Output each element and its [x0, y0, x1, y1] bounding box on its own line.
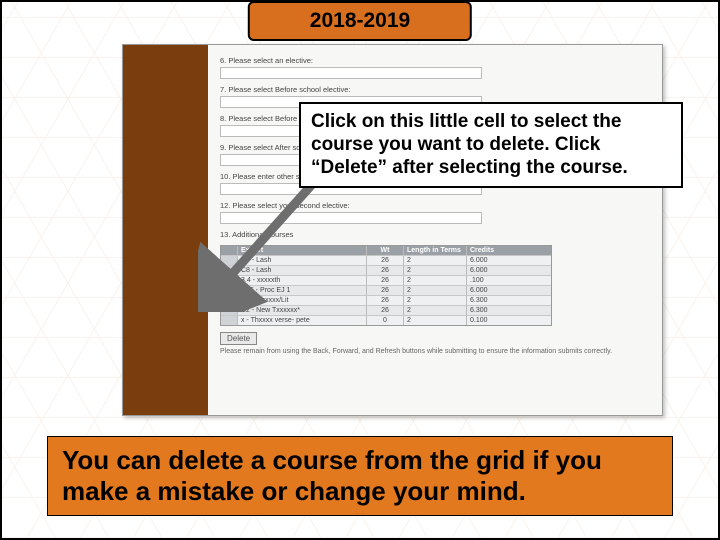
app-window: 6. Please select an elective: 7. Please …: [122, 44, 663, 416]
submit-hint: Please remain from using the Back, Forwa…: [220, 348, 650, 355]
col-credits: Credits: [467, 246, 551, 255]
cell-course: C7 - Lash: [238, 256, 367, 265]
q7-label: 7. Please select Before school elective:: [220, 85, 650, 94]
cell-credits: 6.300: [467, 306, 551, 315]
cell-credits: 6.000: [467, 266, 551, 275]
q12-label: 12. Please select your second elective:: [220, 201, 650, 210]
table-row: 3.4 - xxxxxth262.100: [221, 275, 551, 285]
cell-credits: .100: [467, 276, 551, 285]
q13-label: 13. Additional courses: [220, 230, 650, 239]
cell-wt: 26: [367, 256, 404, 265]
cell-course: C1 - Chxxxx/Lit: [238, 296, 367, 305]
delete-button[interactable]: Delete: [220, 332, 257, 345]
col-length: Length in Terms: [404, 246, 467, 255]
q12-input[interactable]: [220, 212, 482, 224]
course-grid: Export Wt Length in Terms Credits C7 - L…: [220, 245, 552, 326]
cell-course: C8 - Lash: [238, 266, 367, 275]
row-selector-cell[interactable]: [221, 316, 238, 325]
cell-wt: 26: [367, 286, 404, 295]
selector-header: [221, 246, 238, 255]
banner-text: You can delete a course from the grid if…: [62, 445, 658, 507]
row-selector-cell[interactable]: [221, 296, 238, 305]
row-selector-cell[interactable]: [221, 266, 238, 275]
window-body: 6. Please select an elective: 7. Please …: [208, 45, 662, 415]
table-row: C7 - Lash2626.000: [221, 255, 551, 265]
cell-wt: 26: [367, 276, 404, 285]
row-selector-cell[interactable]: [221, 256, 238, 265]
instruction-text: Click on this little cell to select the …: [311, 110, 671, 180]
cell-course: x - Thxxxx verse- pete: [238, 316, 367, 325]
cell-course: 3.4 - xxxxxth: [238, 276, 367, 285]
cell-wt: 26: [367, 306, 404, 315]
cell-wt: 0: [367, 316, 404, 325]
row-selector-cell[interactable]: [221, 306, 238, 315]
cell-length: 2: [404, 256, 467, 265]
cell-course: C15 - Proc EJ 1: [238, 286, 367, 295]
table-row: C2 - New Txxxxxx*2626.300: [221, 305, 551, 315]
cell-length: 2: [404, 296, 467, 305]
col-wt: Wt: [367, 246, 404, 255]
table-row: C15 - Proc EJ 12626.000: [221, 285, 551, 295]
cell-length: 2: [404, 306, 467, 315]
q6-label: 6. Please select an elective:: [220, 56, 650, 65]
title-bar: 2018-2019: [248, 1, 472, 41]
row-selector-cell[interactable]: [221, 276, 238, 285]
table-row: C1 - Chxxxx/Lit2626.300: [221, 295, 551, 305]
bottom-banner: You can delete a course from the grid if…: [47, 436, 673, 516]
window-sidebar: [123, 45, 208, 415]
slide: 2018-2019 6. Please select an elective: …: [0, 0, 720, 540]
cell-credits: 6.000: [467, 286, 551, 295]
q6-input[interactable]: [220, 67, 482, 79]
grid-header: Export Wt Length in Terms Credits: [221, 246, 551, 255]
row-selector-cell[interactable]: [221, 286, 238, 295]
instruction-callout: Click on this little cell to select the …: [299, 102, 683, 188]
cell-credits: 0.100: [467, 316, 551, 325]
col-course: Export: [238, 246, 367, 255]
cell-wt: 26: [367, 266, 404, 275]
table-row: x - Thxxxx verse- pete020.100: [221, 315, 551, 325]
cell-length: 2: [404, 276, 467, 285]
cell-credits: 6.000: [467, 256, 551, 265]
table-row: C8 - Lash2626.000: [221, 265, 551, 275]
cell-length: 2: [404, 266, 467, 275]
year-label: 2018-2019: [310, 9, 410, 32]
cell-credits: 6.300: [467, 296, 551, 305]
cell-length: 2: [404, 316, 467, 325]
cell-course: C2 - New Txxxxxx*: [238, 306, 367, 315]
cell-length: 2: [404, 286, 467, 295]
cell-wt: 26: [367, 296, 404, 305]
